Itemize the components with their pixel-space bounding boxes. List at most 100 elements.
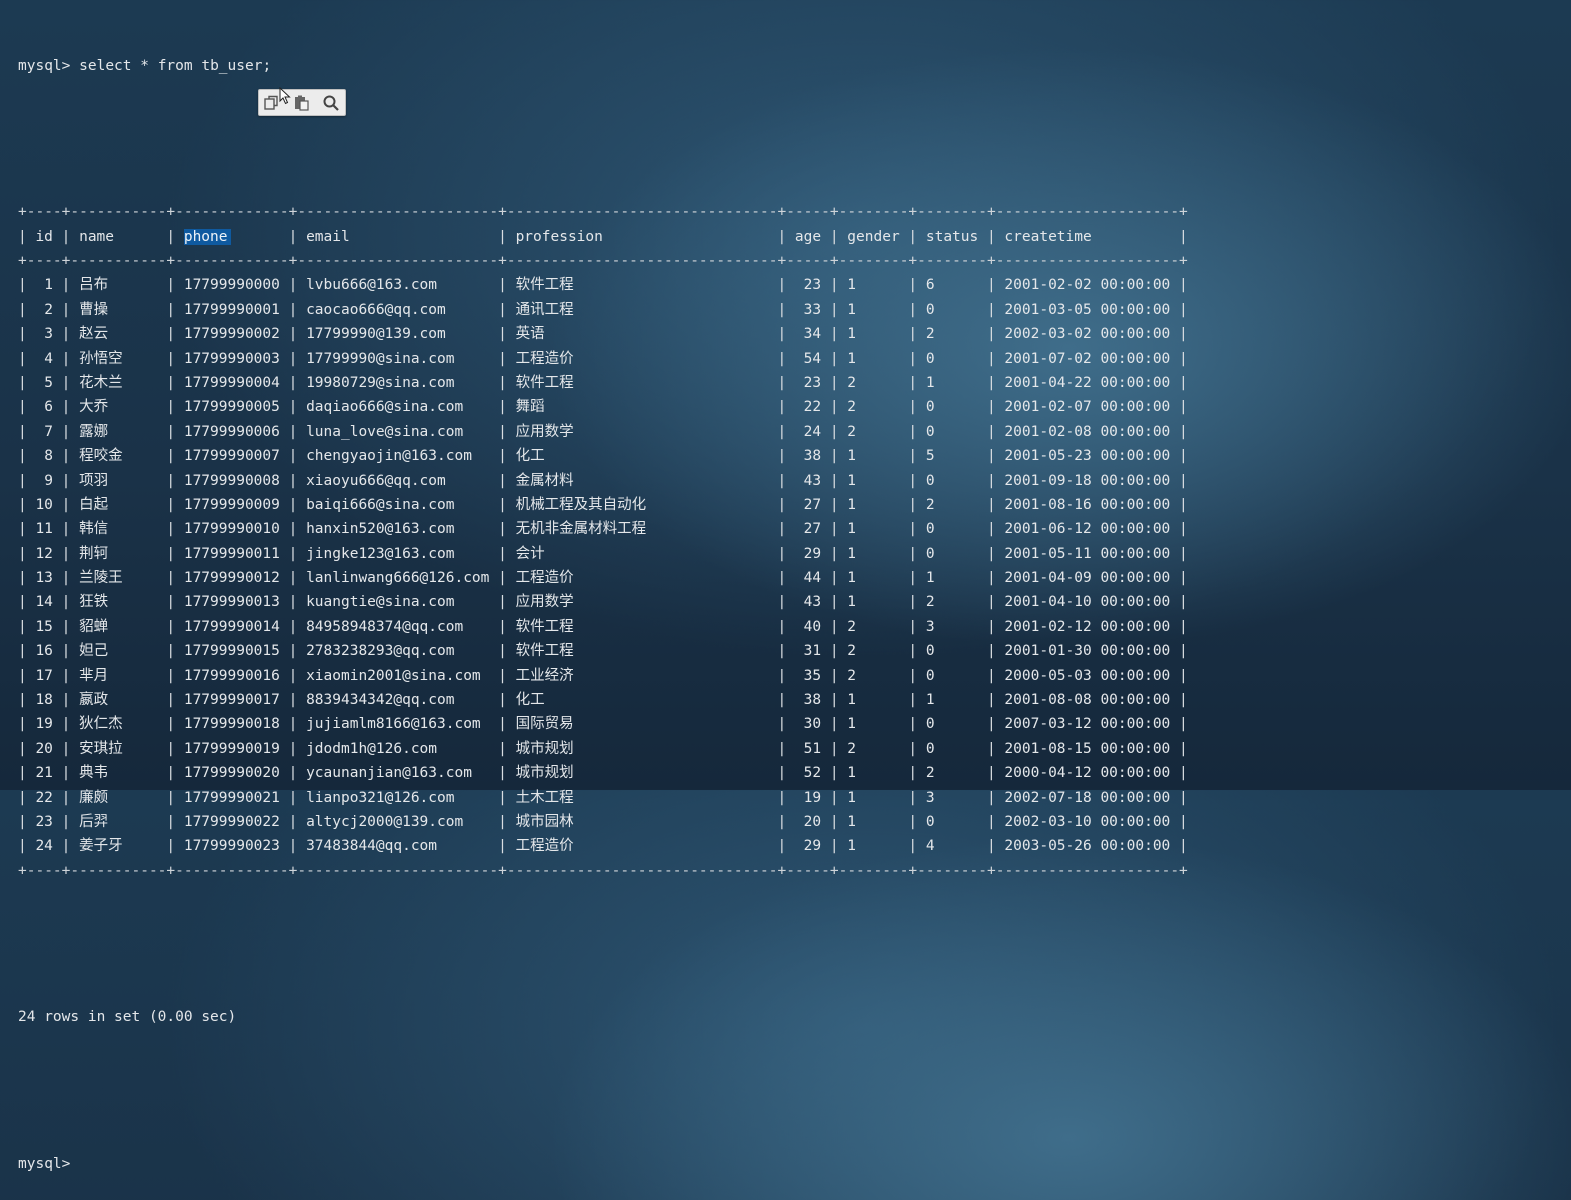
cell-id: 5 bbox=[44, 374, 53, 391]
cell-status: 0 bbox=[925, 521, 935, 538]
cell-phone: 17799990019 bbox=[183, 740, 280, 757]
cell-id: 9 bbox=[44, 472, 53, 489]
cell-id: 12 bbox=[35, 545, 53, 562]
cell-name: 芈月 bbox=[79, 667, 109, 684]
cell-createtime: 2001-08-16 00:00:00 bbox=[1004, 496, 1171, 513]
selection-toolbar[interactable] bbox=[258, 89, 346, 116]
cell-id: 7 bbox=[44, 423, 53, 440]
cell-id: 21 bbox=[35, 765, 53, 782]
cell-phone: 17799990015 bbox=[183, 643, 280, 660]
cell-phone: 17799990004 bbox=[183, 374, 280, 391]
table-row: | 12 | 荆轲 | 17799990011 | jingke123@163.com | 会计 |… bbox=[18, 542, 1188, 566]
cell-email: 2783238293@qq.com bbox=[306, 643, 455, 660]
terminal-output[interactable]: mysql> select * from tb_user; +----+----… bbox=[18, 5, 1188, 1200]
cell-phone: 17799990018 bbox=[183, 716, 280, 733]
table-row: | 20 | 安琪拉 | 17799990019 | jdodm1h@126.com | 城市规划… bbox=[18, 737, 1188, 761]
cell-phone: 17799990006 bbox=[183, 423, 280, 440]
cell-age: 24 bbox=[803, 423, 822, 440]
cell-status: 5 bbox=[925, 448, 935, 465]
cell-age: 27 bbox=[803, 496, 822, 513]
cell-age: 23 bbox=[803, 374, 822, 391]
cell-name: 花木兰 bbox=[79, 374, 123, 391]
cell-email: kuangtie@sina.com bbox=[306, 594, 455, 611]
cell-name: 吕布 bbox=[79, 277, 109, 294]
cell-createtime: 2001-04-09 00:00:00 bbox=[1004, 570, 1171, 587]
cell-name: 妲己 bbox=[79, 643, 109, 660]
cell-createtime: 2001-04-22 00:00:00 bbox=[1004, 374, 1171, 391]
cell-email: lvbu666@163.com bbox=[306, 277, 438, 294]
header-email: email bbox=[306, 228, 350, 245]
cell-status: 3 bbox=[925, 789, 935, 806]
cell-id: 15 bbox=[35, 618, 53, 635]
cell-phone: 17799990014 bbox=[183, 618, 280, 635]
cell-email: daqiao666@sina.com bbox=[306, 399, 464, 416]
table-row: | 23 | 后羿 | 17799990022 | altycj2000@139.com | 城市… bbox=[18, 810, 1188, 834]
header-status: status bbox=[925, 228, 979, 245]
cell-age: 54 bbox=[803, 350, 822, 367]
cell-id: 16 bbox=[35, 643, 53, 660]
cell-email: baiqi666@sina.com bbox=[306, 496, 455, 513]
cell-age: 29 bbox=[803, 545, 822, 562]
cell-createtime: 2001-03-05 00:00:00 bbox=[1004, 301, 1171, 318]
cell-status: 0 bbox=[925, 667, 935, 684]
cell-phone: 17799990016 bbox=[183, 667, 280, 684]
cell-createtime: 2001-09-18 00:00:00 bbox=[1004, 472, 1171, 489]
table-row: | 1 | 吕布 | 17799990000 | lvbu666@163.com | 软件工程 | 2… bbox=[18, 273, 1188, 297]
cell-profession: 舞蹈 bbox=[515, 399, 545, 416]
paste-icon[interactable] bbox=[291, 93, 313, 113]
cell-phone: 17799990023 bbox=[183, 838, 280, 855]
cell-name: 狄仁杰 bbox=[79, 716, 123, 733]
header-phone: phone bbox=[175, 225, 288, 249]
cell-phone: 17799990009 bbox=[183, 496, 280, 513]
table-row: | 24 | 姜子牙 | 17799990023 | 37483844@qq.com | 工程造价… bbox=[18, 834, 1188, 858]
cell-createtime: 2003-05-26 00:00:00 bbox=[1004, 838, 1171, 855]
cell-phone: 17799990000 bbox=[183, 277, 280, 294]
cell-profession: 无机非金属材料工程 bbox=[515, 521, 647, 538]
cell-email: lianpo321@126.com bbox=[306, 789, 455, 806]
cell-id: 23 bbox=[35, 813, 53, 830]
cell-name: 孙悟空 bbox=[79, 350, 123, 367]
result-table[interactable]: +----+-----------+-------------+--------… bbox=[18, 200, 1188, 883]
cell-name: 曹操 bbox=[79, 301, 109, 318]
cell-phone: 17799990010 bbox=[183, 521, 280, 538]
cell-gender: 1 bbox=[847, 594, 857, 611]
cell-createtime: 2002-03-02 00:00:00 bbox=[1004, 326, 1171, 343]
cell-status: 2 bbox=[925, 326, 935, 343]
cell-gender: 1 bbox=[847, 545, 857, 562]
cell-gender: 2 bbox=[847, 423, 857, 440]
cell-age: 44 bbox=[803, 570, 822, 587]
mouse-cursor-icon bbox=[279, 86, 291, 109]
cell-createtime: 2001-05-11 00:00:00 bbox=[1004, 545, 1171, 562]
cell-gender: 2 bbox=[847, 399, 857, 416]
cell-age: 27 bbox=[803, 521, 822, 538]
cell-email: 84958948374@qq.com bbox=[306, 618, 464, 635]
cell-age: 22 bbox=[803, 399, 822, 416]
prompt: mysql> bbox=[18, 57, 71, 74]
cell-name: 荆轲 bbox=[79, 545, 109, 562]
search-icon[interactable] bbox=[320, 93, 342, 113]
table-row: | 10 | 白起 | 17799990009 | baiqi666@sina.com | 机械工… bbox=[18, 493, 1188, 517]
cell-createtime: 2001-07-02 00:00:00 bbox=[1004, 350, 1171, 367]
cell-phone: 17799990008 bbox=[183, 472, 280, 489]
cell-profession: 应用数学 bbox=[515, 423, 574, 440]
cell-age: 19 bbox=[803, 789, 822, 806]
cell-status: 0 bbox=[925, 350, 935, 367]
cell-phone: 17799990005 bbox=[183, 399, 280, 416]
cell-profession: 化工 bbox=[515, 448, 545, 465]
table-row: | 5 | 花木兰 | 17799990004 | 19980729@sina.com | 软件工… bbox=[18, 371, 1188, 395]
cell-gender: 1 bbox=[847, 472, 857, 489]
cell-age: 40 bbox=[803, 618, 822, 635]
final-prompt-line[interactable]: mysql> bbox=[18, 1152, 1188, 1176]
cell-gender: 1 bbox=[847, 350, 857, 367]
cell-gender: 2 bbox=[847, 618, 857, 635]
table-row: | 11 | 韩信 | 17799990010 | hanxin520@163.com | 无机非… bbox=[18, 517, 1188, 541]
cell-phone: 17799990013 bbox=[183, 594, 280, 611]
cell-profession: 工程造价 bbox=[515, 350, 574, 367]
table-row: | 14 | 狂铁 | 17799990013 | kuangtie@sina.com | 应用数… bbox=[18, 590, 1188, 614]
cell-phone: 17799990021 bbox=[183, 789, 280, 806]
cell-profession: 机械工程及其自动化 bbox=[515, 496, 647, 513]
cell-email: hanxin520@163.com bbox=[306, 521, 455, 538]
cell-gender: 1 bbox=[847, 789, 857, 806]
table-row: | 9 | 项羽 | 17799990008 | xiaoyu666@qq.com | 金属材料 |… bbox=[18, 469, 1188, 493]
table-row: | 17 | 芈月 | 17799990016 | xiaomin2001@sina.com |… bbox=[18, 664, 1188, 688]
